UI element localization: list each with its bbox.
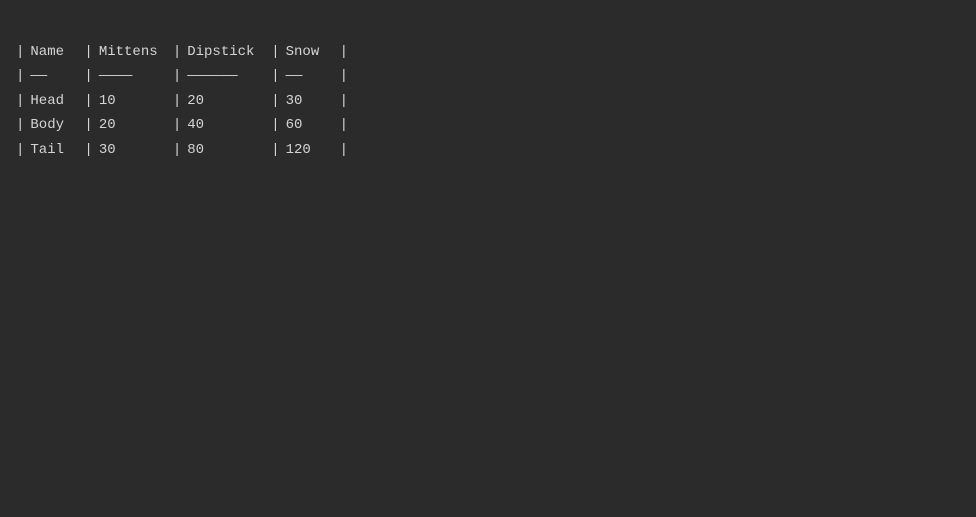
pipe: | — [271, 114, 279, 136]
pipe: | — [84, 41, 92, 63]
pipe: | — [271, 90, 279, 112]
markdown-table: | Name | Mittens | Dipstick | Snow | | —… — [16, 40, 348, 162]
cell-dipstick: 20 — [181, 89, 271, 113]
pipe: | — [173, 114, 181, 136]
pipe: | — [340, 114, 348, 136]
header-name: Name — [24, 40, 84, 64]
header-mittens: Mittens — [93, 40, 173, 64]
pipe: | — [16, 139, 24, 161]
pipe: | — [16, 90, 24, 112]
pipe: | — [340, 90, 348, 112]
separator-row: | —— | ———— | —————— | —— | — [16, 64, 348, 88]
pipe: | — [84, 139, 92, 161]
header-row: | Name | Mittens | Dipstick | Snow | — [16, 40, 348, 64]
cell-name: Body — [24, 113, 84, 137]
pipe: | — [340, 139, 348, 161]
pipe: | — [271, 65, 279, 87]
pipe: | — [173, 65, 181, 87]
pipe: | — [84, 90, 92, 112]
pipe: | — [340, 65, 348, 87]
cell-dipstick: 80 — [181, 138, 271, 162]
cell-snow: 30 — [280, 89, 340, 113]
pipe: | — [271, 139, 279, 161]
table-row: |Body|20|40|60| — [16, 113, 348, 137]
pipe: | — [84, 65, 92, 87]
pipe: | — [16, 41, 24, 63]
pipe: | — [16, 65, 24, 87]
cell-snow: 60 — [280, 113, 340, 137]
pipe: | — [173, 139, 181, 161]
cell-name: Head — [24, 89, 84, 113]
cell-snow: 120 — [280, 138, 340, 162]
sep-1: —— — [24, 64, 84, 88]
cell-name: Tail — [24, 138, 84, 162]
pipe: | — [173, 90, 181, 112]
header-snow: Snow — [280, 40, 340, 64]
sep-3: —————— — [181, 64, 271, 88]
pipe: | — [173, 41, 181, 63]
sep-2: ———— — [93, 64, 173, 88]
cell-mittens: 10 — [93, 89, 173, 113]
header-dipstick: Dipstick — [181, 40, 271, 64]
table-row: |Tail|30|80|120| — [16, 138, 348, 162]
pipe: | — [271, 41, 279, 63]
cell-mittens: 30 — [93, 138, 173, 162]
cell-dipstick: 40 — [181, 113, 271, 137]
cell-mittens: 20 — [93, 113, 173, 137]
data-rows: |Head|10|20|30||Body|20|40|60||Tail|30|8… — [16, 89, 348, 162]
pipe: | — [340, 41, 348, 63]
table-row: |Head|10|20|30| — [16, 89, 348, 113]
pipe: | — [16, 114, 24, 136]
pipe: | — [84, 114, 92, 136]
sep-4: —— — [280, 64, 340, 88]
